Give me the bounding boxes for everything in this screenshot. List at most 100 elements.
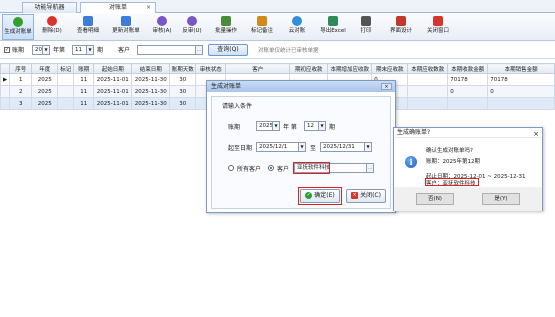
tab-statement[interactable]: 对账单 × <box>80 2 156 13</box>
audit-icon <box>157 16 167 26</box>
chevron-down-icon: ▼ <box>272 122 279 130</box>
start-date-picker[interactable]: 2025/12/1 ▼ <box>256 142 306 152</box>
year-label: 年第 <box>53 47 66 54</box>
more-icon[interactable]: … <box>366 164 373 172</box>
chevron-down-icon: ▼ <box>318 122 325 130</box>
cell-start-date: 2025-11-01 <box>93 73 133 86</box>
interface-design-button[interactable]: 界面设计 <box>384 14 418 40</box>
dialog-body: 请输入条件 账期 2025 ▼ 年 第 12 ▼ 期 起至日期 2025/12/1 ▼… <box>211 96 391 209</box>
all-customers-radio[interactable] <box>228 165 234 171</box>
column-header[interactable]: 标记 <box>57 63 75 74</box>
cell-mark <box>57 97 75 110</box>
tab-label: 功能导航器 <box>34 4 65 11</box>
close-icon[interactable]: × <box>146 3 151 13</box>
cell-period: 11 <box>73 97 95 110</box>
start-date-value: 2025/12/1 <box>259 144 288 150</box>
mark-note-button[interactable]: 标记备注 <box>246 14 278 40</box>
cell-due <box>407 97 449 110</box>
button-label: 关闭(C) <box>360 192 381 199</box>
column-header[interactable]: 账期天数 <box>169 63 197 74</box>
period-select[interactable]: 12 ▼ <box>304 121 326 131</box>
column-header[interactable]: 本期收款金额 <box>447 63 489 74</box>
export-excel-button[interactable]: 导出Excel <box>316 14 350 40</box>
button-label: 批量操作 <box>214 28 237 34</box>
period-label: 账期 <box>228 124 241 131</box>
end-date-picker[interactable]: 2025/12/31 ▼ <box>320 142 372 152</box>
yes-button[interactable]: 是(Y) <box>482 193 520 205</box>
query-button[interactable]: 查询(Q) <box>208 44 248 56</box>
customer-radio[interactable] <box>268 165 274 171</box>
button-label: 界面设计 <box>389 28 412 34</box>
row-indicator <box>0 85 11 98</box>
cell-sales <box>487 97 555 110</box>
batch-operation-button[interactable]: 批量操作 <box>210 14 242 40</box>
cell-due <box>407 85 449 98</box>
close-window-button[interactable]: 关闭窗口 <box>422 14 454 40</box>
update-statement-button[interactable]: 更新对账单 <box>108 14 144 40</box>
column-header[interactable]: 期初应收款 <box>289 63 329 74</box>
column-header[interactable]: 本期应收数款 <box>407 63 449 74</box>
tab-label: 对账单 <box>108 4 127 11</box>
column-header[interactable]: 年度 <box>31 63 59 74</box>
column-header[interactable]: 本期销售金额 <box>487 63 555 74</box>
chevron-down-icon: ▼ <box>86 46 93 54</box>
customer-highlight <box>293 162 330 174</box>
refresh-icon <box>121 16 131 26</box>
filter-bar: ✓ 账期 2025▼ 年第 11 ▼ 期 客户 … 查询(Q) 对账单仅统计已审核… <box>0 42 555 59</box>
cloud-statement-button[interactable]: 云对账 <box>282 14 312 40</box>
cell-days: 30 <box>169 97 197 110</box>
no-button[interactable]: 否(N) <box>416 193 454 205</box>
cloud-icon <box>292 16 302 26</box>
unaudit-button[interactable]: 反审(U) <box>178 14 206 40</box>
cell-no: 2 <box>9 85 33 98</box>
generate-statement-dialog: 生成对账单 × 请输入条件 账期 2025 ▼ 年 第 12 ▼ 期 起至日期 20… <box>206 80 396 213</box>
cell-start-date: 2025-11-01 <box>93 97 133 110</box>
close-icon[interactable]: × <box>381 83 392 90</box>
period-value: 11 <box>75 47 82 53</box>
close-button[interactable]: × 关闭(C) <box>346 189 386 203</box>
cell-sales: 0 <box>487 85 555 98</box>
confirm-period: 账期：2025年第12期 <box>426 159 480 165</box>
generate-statement-button[interactable]: 生成对账单 <box>2 14 34 40</box>
more-icon[interactable]: … <box>195 46 202 54</box>
period-checkbox[interactable]: ✓ <box>4 47 10 53</box>
mark-icon <box>257 16 267 26</box>
column-header[interactable]: 序号 <box>9 63 33 74</box>
button-label: 云对账 <box>288 28 306 34</box>
column-header[interactable]: 账期 <box>73 63 95 74</box>
customer-highlight <box>425 178 479 186</box>
view-detail-button[interactable]: 查看明细 <box>72 14 104 40</box>
tab-function-navigator[interactable]: 功能导航器 <box>22 2 77 13</box>
period-select[interactable]: 11 ▼ <box>72 45 94 55</box>
year-select[interactable]: 2025▼ <box>32 45 50 55</box>
dialog-title-bar: 生成确账单? × <box>394 128 542 138</box>
print-button[interactable]: 打印 <box>354 14 378 40</box>
detail-icon <box>83 16 93 26</box>
customer-input[interactable]: … <box>137 45 203 55</box>
period-value: 12 <box>307 123 314 129</box>
chevron-down-icon: ▼ <box>364 143 371 151</box>
cell-period: 11 <box>73 85 95 98</box>
column-header[interactable]: 本期增加应收款 <box>327 63 373 74</box>
button-label: 否(N) <box>428 196 442 202</box>
year-select[interactable]: 2025▼ <box>256 121 280 131</box>
column-header[interactable]: 期末应收款 <box>371 63 409 74</box>
confirm-question: 确认生成对账单吗? <box>426 148 473 154</box>
column-header[interactable]: 起始日期 <box>93 63 133 74</box>
info-icon: i <box>405 156 417 168</box>
audit-button[interactable]: 审核(A) <box>148 14 176 40</box>
all-customers-label: 所有客户 <box>237 166 262 173</box>
column-header[interactable]: 客户 <box>225 63 291 74</box>
table-header-row: 序号 年度 标记 账期 起始日期 结束日期 账期天数 审核状态 客户 期初应收款… <box>0 63 555 74</box>
close-icon: × <box>351 192 359 199</box>
year-label: 年 第 <box>283 124 297 131</box>
cell-end-date: 2025-11-30 <box>131 85 171 98</box>
chevron-down-icon: ▼ <box>42 46 49 54</box>
confirm-highlight <box>298 187 342 205</box>
column-header[interactable]: 审核状态 <box>195 63 227 74</box>
button-label: 删除(D) <box>42 28 62 34</box>
cell-received: 70178 <box>447 73 489 86</box>
close-icon[interactable]: × <box>533 129 539 139</box>
delete-button[interactable]: 删除(D) <box>38 14 66 40</box>
column-header[interactable]: 结束日期 <box>131 63 171 74</box>
